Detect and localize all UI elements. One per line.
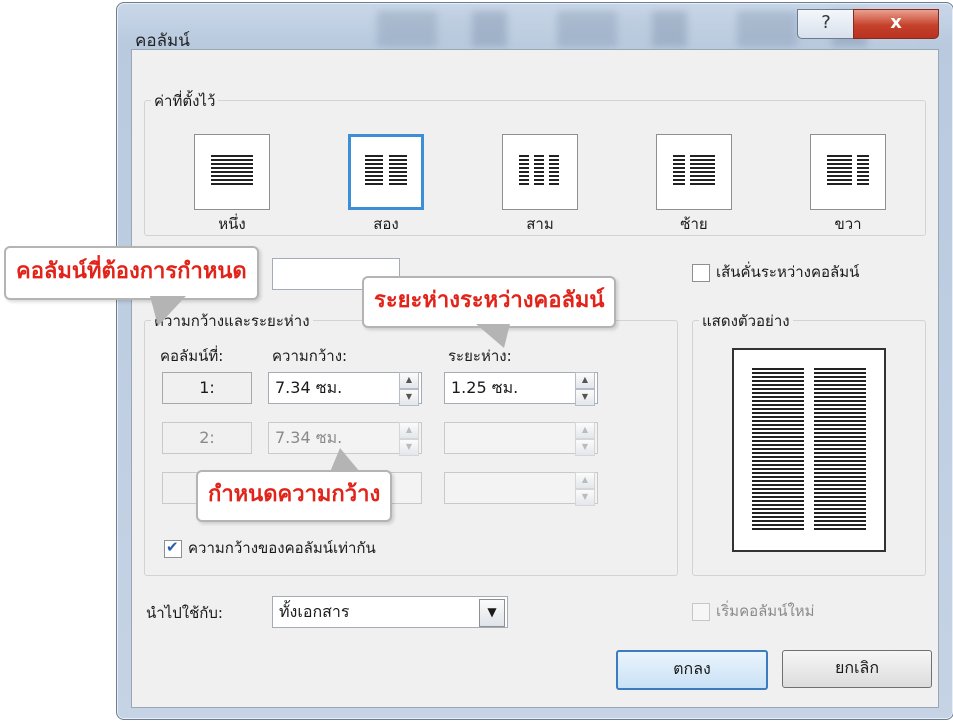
spacing-input-3[interactable]: ▲ ▼ (444, 472, 598, 506)
start-new-column-checkbox[interactable] (692, 603, 710, 621)
apply-to-select[interactable]: ทั้งเอกสาร ▼ (272, 596, 508, 628)
dropdown-arrow-icon[interactable]: ▼ (479, 599, 505, 627)
preset-one-label: หนึ่ง (218, 215, 246, 233)
width-value-1: 7.34 ซม. (275, 378, 343, 397)
width-header: ความกว้าง: (272, 347, 348, 365)
close-button[interactable]: x (853, 9, 939, 39)
preset-three-label: สาม (526, 215, 554, 233)
three-columns-icon (519, 155, 529, 187)
right-column-icon (857, 155, 869, 187)
left-column-icon (690, 155, 715, 187)
spacing-value-1: 1.25 ซม. (451, 378, 519, 397)
one-column-icon (211, 155, 253, 187)
two-columns-icon (389, 155, 407, 187)
left-column-icon (673, 155, 685, 187)
preset-two-label: สอง (373, 215, 399, 233)
column-number-2: 2: (162, 422, 252, 454)
column-number-1: 1: (162, 372, 252, 404)
spacing-spinner-3[interactable]: ▲ ▼ (575, 472, 595, 506)
spacing-spinner-2[interactable]: ▲ ▼ (575, 422, 595, 456)
preset-two-button[interactable] (348, 134, 424, 210)
preset-left-label: ซ้าย (680, 215, 708, 233)
spacing-input-2[interactable]: ▲ ▼ (444, 422, 598, 456)
equal-width-label: ความกว้างของคอลัมน์เท่ากัน (188, 539, 376, 557)
start-new-column-label: เริ่มคอลัมน์ใหม่ (716, 602, 815, 620)
right-column-icon (827, 155, 852, 187)
preset-three-button[interactable] (502, 134, 578, 210)
preset-right-button[interactable] (810, 134, 886, 210)
dialog-body: ค่าที่ตั้งไว้ หนึ่ง สอง สาม ซ้าย ขวา เส้… (131, 49, 939, 708)
preset-right-label: ขวา (834, 215, 862, 233)
columns-callout: คอลัมน์ที่ต้องการกำหนด (4, 246, 259, 300)
spacing-callout-tail (476, 324, 510, 348)
column-number-header: คอลัมน์ที่: (160, 347, 224, 365)
columns-dialog: คอลัมน์ ? x ค่าที่ตั้งไว้ หนึ่ง สอง สาม … (116, 2, 953, 720)
columns-callout-tail (150, 296, 186, 326)
equal-width-checkbox[interactable] (164, 538, 182, 558)
preview-left-column (752, 368, 804, 532)
apply-to-value: ทั้งเอกสาร (279, 602, 350, 621)
width-callout-tail (330, 448, 360, 472)
preview-legend: แสดงตัวอย่าง (699, 309, 793, 333)
line-between-label: เส้นคั่นระหว่างคอลัมน์ (716, 263, 860, 281)
preview-page (732, 348, 886, 552)
width-spinner-2[interactable]: ▲ ▼ (399, 422, 419, 456)
preset-left-button[interactable] (656, 134, 732, 210)
line-between-checkbox[interactable] (692, 264, 710, 282)
spacing-callout: ระยะห่างระหว่างคอลัมน์ (362, 276, 617, 328)
three-columns-icon (549, 155, 559, 187)
spacing-spinner-1[interactable]: ▲ ▼ (575, 372, 595, 406)
ok-button[interactable]: ตกลง (616, 650, 768, 690)
help-button[interactable]: ? (797, 9, 855, 39)
apply-to-label: นำไปใช้กับ: (146, 604, 223, 622)
three-columns-icon (534, 155, 544, 187)
width-input-1[interactable]: 7.34 ซม. ▲ ▼ (268, 372, 422, 406)
spacing-input-1[interactable]: 1.25 ซม. ▲ ▼ (444, 372, 598, 406)
presets-legend: ค่าที่ตั้งไว้ (151, 89, 219, 113)
two-columns-icon (365, 155, 383, 187)
width-value-2: 7.34 ซม. (275, 428, 343, 447)
width-spinner-1[interactable]: ▲ ▼ (399, 372, 419, 406)
cancel-button[interactable]: ยกเลิก (782, 650, 932, 688)
preset-one-button[interactable] (194, 134, 270, 210)
preview-right-column (814, 368, 866, 532)
width-callout: กำหนดความกว้าง (196, 470, 393, 522)
